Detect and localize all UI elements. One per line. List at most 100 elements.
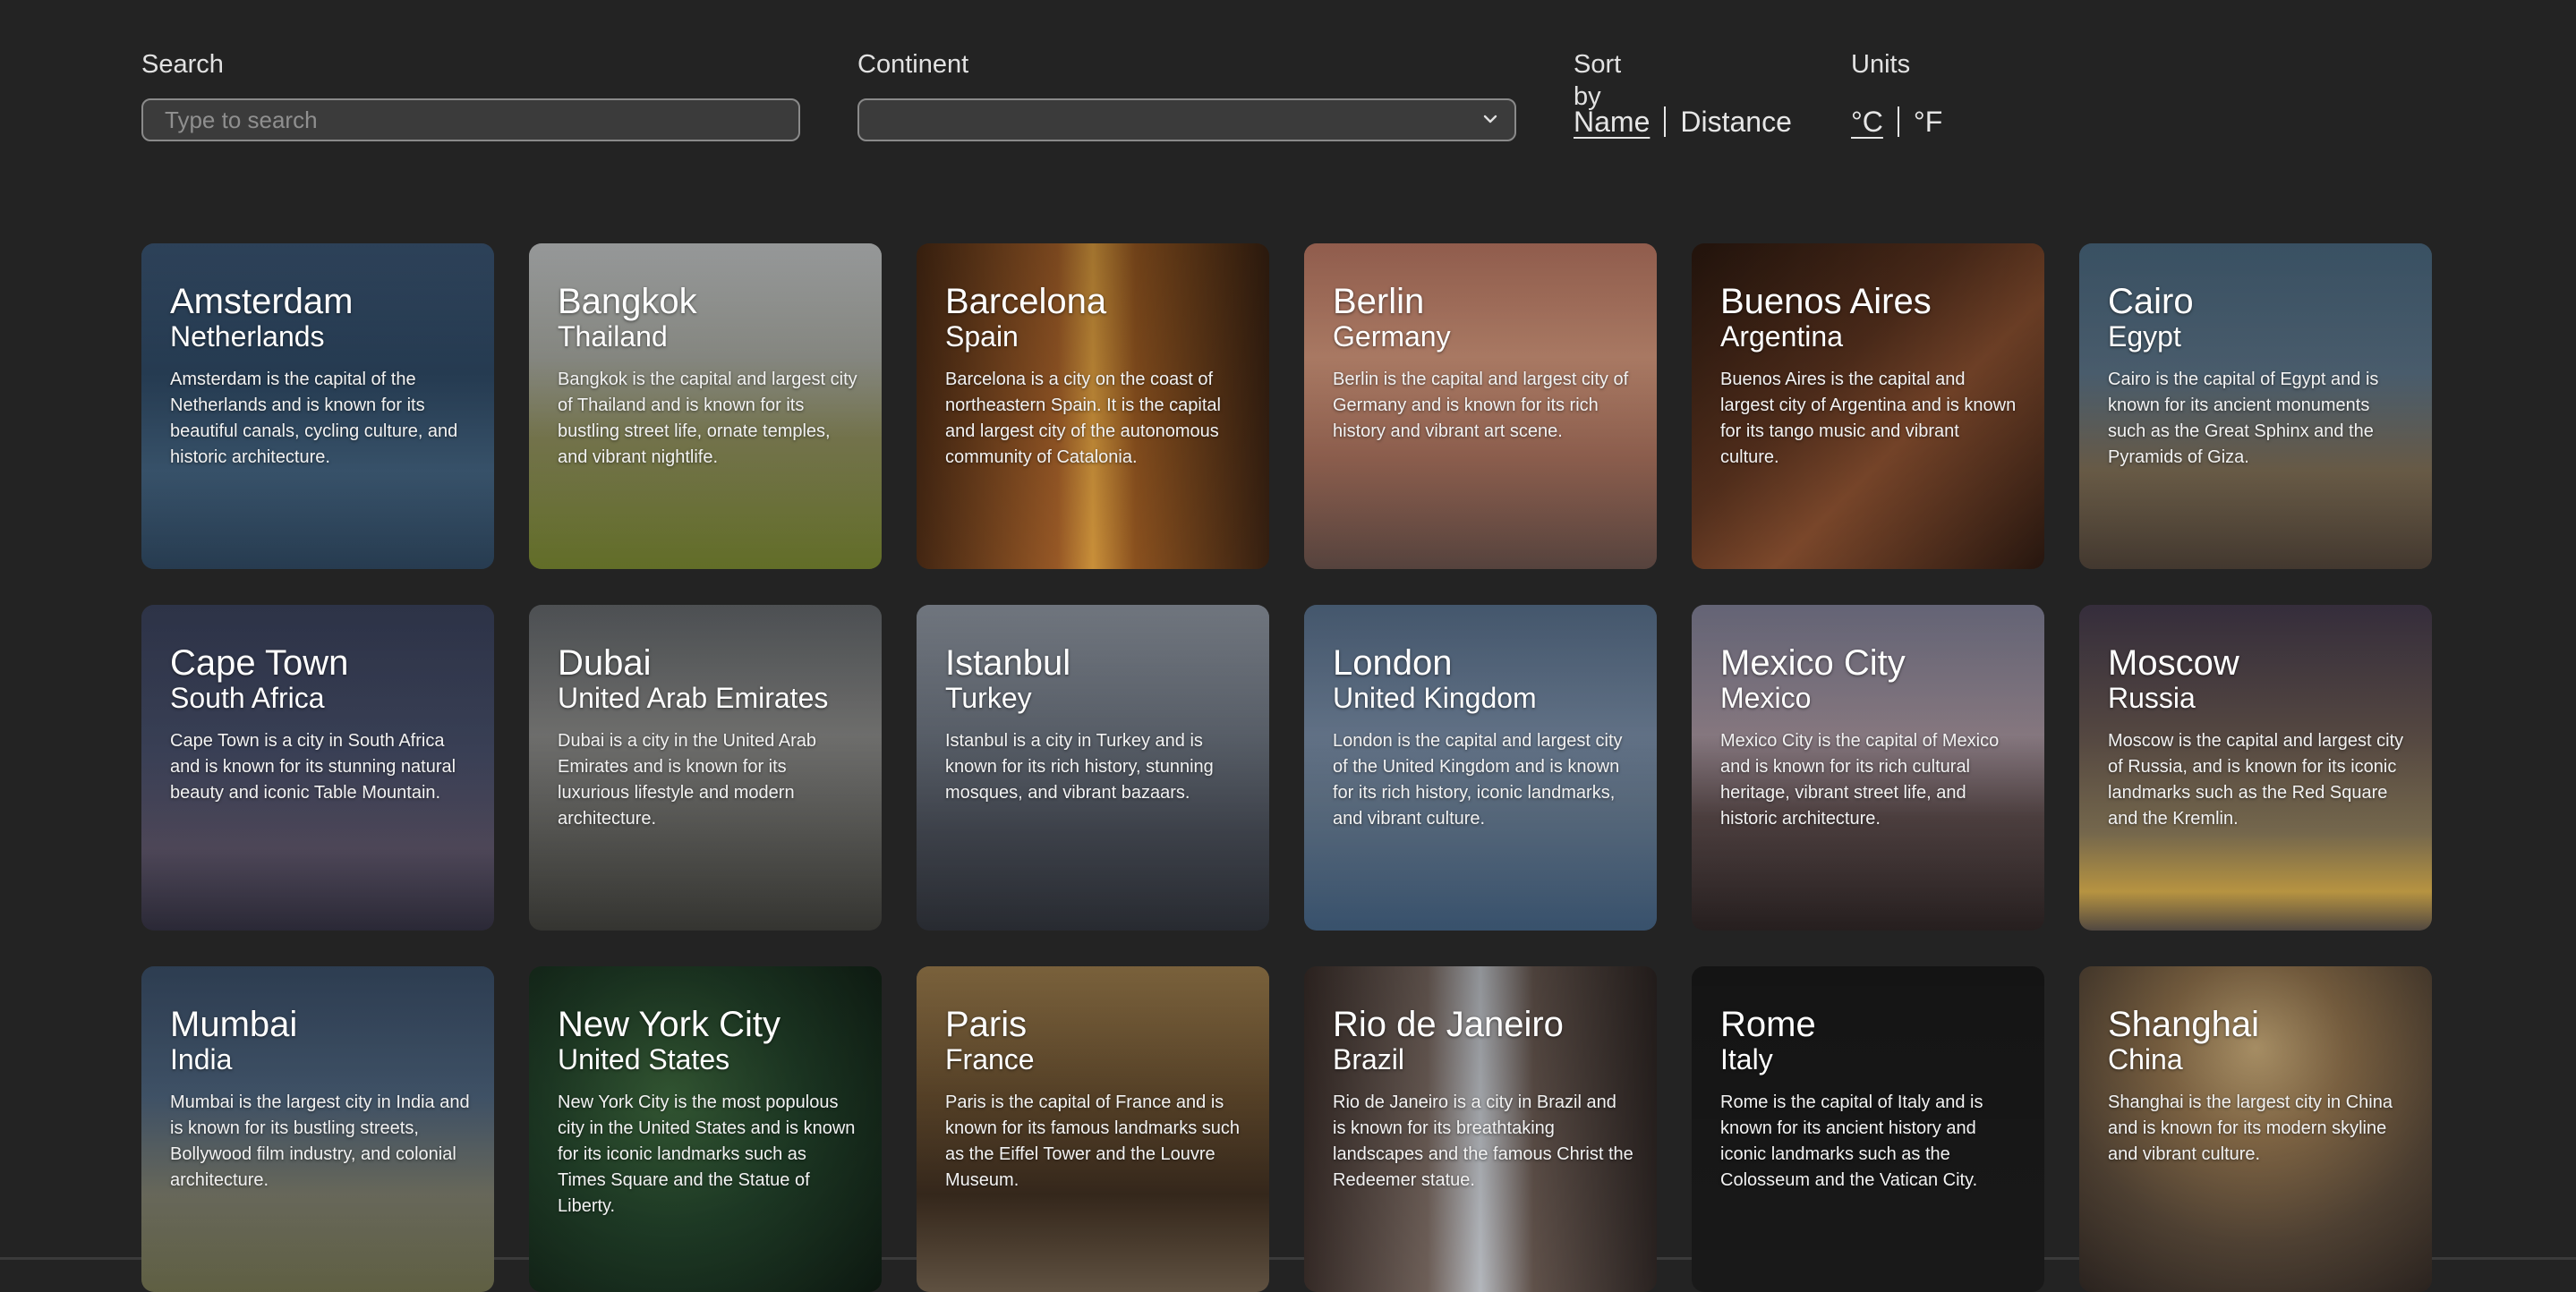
city-card[interactable]: Buenos Aires Argentina Buenos Aires is the… — [1692, 243, 2044, 569]
country-name: United Arab Emirates — [558, 682, 829, 714]
card-text: Moscow Russia Moscow is the capital and la… — [2108, 644, 2409, 832]
card-text: Rio de Janeiro Brazil Rio de Janeiro is a … — [1333, 1006, 1633, 1194]
card-text: Berlin Germany Berlin is the capital and l… — [1333, 283, 1633, 445]
card-text: Cape Town South Africa Cape Town is a city… — [170, 644, 471, 806]
country-name: Italy — [1720, 1043, 1773, 1075]
country-name: France — [945, 1043, 1035, 1075]
city-name: Istanbul — [945, 643, 1071, 683]
city-name: New York City — [558, 1005, 780, 1044]
city-card[interactable]: Mexico City Mexico Mexico City is the capi… — [1692, 605, 2044, 931]
city-card[interactable]: Cape Town South Africa Cape Town is a city… — [141, 605, 494, 931]
units-option-celsius[interactable]: °C — [1851, 102, 1883, 141]
sort-divider — [1664, 106, 1667, 137]
units-divider — [1897, 106, 1899, 137]
continent-label: Continent — [857, 50, 969, 79]
city-description: London is the capital and largest city o… — [1333, 731, 1623, 829]
country-name: Netherlands — [170, 320, 325, 353]
city-name: Buenos Aires — [1720, 282, 1932, 321]
card-text: Mexico City Mexico Mexico City is the capi… — [1720, 644, 2021, 832]
city-card[interactable]: Moscow Russia Moscow is the capital and la… — [2079, 605, 2432, 931]
units-option-fahrenheit[interactable]: °F — [1914, 102, 1942, 141]
city-description: New York City is the most populous city … — [558, 1092, 856, 1216]
city-description: Amsterdam is the capital of the Netherla… — [170, 370, 458, 467]
city-name: Mumbai — [170, 1005, 298, 1044]
city-card[interactable]: New York City United States New York City … — [529, 966, 882, 1292]
search-group: Search — [141, 48, 800, 141]
city-name: Mexico City — [1720, 643, 1906, 683]
country-name: United States — [558, 1043, 730, 1075]
sort-option-distance[interactable]: Distance — [1680, 102, 1792, 141]
card-text: Dubai United Arab Emirates Dubai is a city… — [558, 644, 858, 832]
country-name: South Africa — [170, 682, 325, 714]
city-card[interactable]: Cairo Egypt Cairo is the capital of Egypt … — [2079, 243, 2432, 569]
city-description: Istanbul is a city in Turkey and is know… — [945, 731, 1214, 803]
city-description: Cairo is the capital of Egypt and is kno… — [2108, 370, 2379, 467]
country-name: Germany — [1333, 320, 1451, 353]
city-card[interactable]: Istanbul Turkey Istanbul is a city in Turk… — [917, 605, 1269, 931]
country-name: Argentina — [1720, 320, 1843, 353]
city-name: Cape Town — [170, 643, 349, 683]
continent-select[interactable] — [857, 98, 1516, 141]
card-text: New York City United States New York City … — [558, 1006, 858, 1220]
city-card[interactable]: Rome Italy Rome is the capital of Italy an… — [1692, 966, 2044, 1292]
city-name: Shanghai — [2108, 1005, 2260, 1044]
country-name: Russia — [2108, 682, 2196, 714]
city-name: Moscow — [2108, 643, 2239, 683]
country-name: Mexico — [1720, 682, 1812, 714]
city-card[interactable]: Mumbai India Mumbai is the largest city in… — [141, 966, 494, 1292]
country-name: Spain — [945, 320, 1019, 353]
city-description: Buenos Aires is the capital and largest … — [1720, 370, 2017, 467]
city-card[interactable]: Paris France Paris is the capital of Franc… — [917, 966, 1269, 1292]
city-name: Bangkok — [558, 282, 697, 321]
city-description: Rio de Janeiro is a city in Brazil and i… — [1333, 1092, 1633, 1190]
city-card[interactable]: Barcelona Spain Barcelona is a city on the… — [917, 243, 1269, 569]
city-name: Berlin — [1333, 282, 1425, 321]
city-description: Bangkok is the capital and largest city … — [558, 370, 857, 467]
city-card[interactable]: Shanghai China Shanghai is the largest cit… — [2079, 966, 2432, 1292]
sort-label: Sort by — [1574, 50, 1622, 111]
city-description: Moscow is the capital and largest city o… — [2108, 731, 2404, 829]
city-name: Rio de Janeiro — [1333, 1005, 1564, 1044]
card-text: Barcelona Spain Barcelona is a city on the… — [945, 283, 1246, 471]
continent-group: Continent — [857, 48, 1516, 141]
card-text: London United Kingdom London is the capita… — [1333, 644, 1633, 832]
card-text: Bangkok Thailand Bangkok is the capital an… — [558, 283, 858, 471]
card-text: Cairo Egypt Cairo is the capital of Egypt … — [2108, 283, 2409, 471]
sort-option-name[interactable]: Name — [1574, 102, 1650, 141]
card-text: Istanbul Turkey Istanbul is a city in Turk… — [945, 644, 1246, 806]
country-name: India — [170, 1043, 233, 1075]
city-name: Amsterdam — [170, 282, 354, 321]
city-card[interactable]: London United Kingdom London is the capita… — [1304, 605, 1657, 931]
city-card[interactable]: Rio de Janeiro Brazil Rio de Janeiro is a … — [1304, 966, 1657, 1292]
city-card[interactable]: Berlin Germany Berlin is the capital and l… — [1304, 243, 1657, 569]
city-description: Dubai is a city in the United Arab Emira… — [558, 731, 817, 829]
card-text: Buenos Aires Argentina Buenos Aires is the… — [1720, 283, 2021, 471]
city-card[interactable]: Bangkok Thailand Bangkok is the capital an… — [529, 243, 882, 569]
city-name: London — [1333, 643, 1453, 683]
city-name: Dubai — [558, 643, 652, 683]
city-card[interactable]: Dubai United Arab Emirates Dubai is a city… — [529, 605, 882, 931]
units-label: Units — [1851, 50, 1911, 79]
card-text: Paris France Paris is the capital of Franc… — [945, 1006, 1246, 1194]
city-description: Barcelona is a city on the coast of nort… — [945, 370, 1221, 467]
city-card[interactable]: Amsterdam Netherlands Amsterdam is the cap… — [141, 243, 494, 569]
city-name: Cairo — [2108, 282, 2194, 321]
city-name: Rome — [1720, 1005, 1816, 1044]
app-window: Search Continent Sort by Name Distance U… — [0, 0, 2576, 1292]
sort-group: Sort by Name Distance — [1574, 48, 1792, 138]
city-description: Paris is the capital of France and is kn… — [945, 1092, 1241, 1190]
city-description: Cape Town is a city in South Africa and … — [170, 731, 456, 803]
search-label: Search — [141, 50, 224, 79]
country-name: Turkey — [945, 682, 1032, 714]
sort-toggle: Name Distance — [1574, 102, 1792, 141]
card-text: Amsterdam Netherlands Amsterdam is the cap… — [170, 283, 471, 471]
city-description: Mexico City is the capital of Mexico and… — [1720, 731, 2000, 829]
city-description: Shanghai is the largest city in China an… — [2108, 1092, 2393, 1164]
units-group: Units °C °F — [1851, 48, 1942, 138]
units-toggle: °C °F — [1851, 102, 1942, 141]
search-input[interactable] — [141, 98, 800, 141]
country-name: Thailand — [558, 320, 668, 353]
city-description: Rome is the capital of Italy and is know… — [1720, 1092, 1983, 1190]
city-description: Mumbai is the largest city in India and … — [170, 1092, 470, 1190]
card-text: Mumbai India Mumbai is the largest city in… — [170, 1006, 471, 1194]
